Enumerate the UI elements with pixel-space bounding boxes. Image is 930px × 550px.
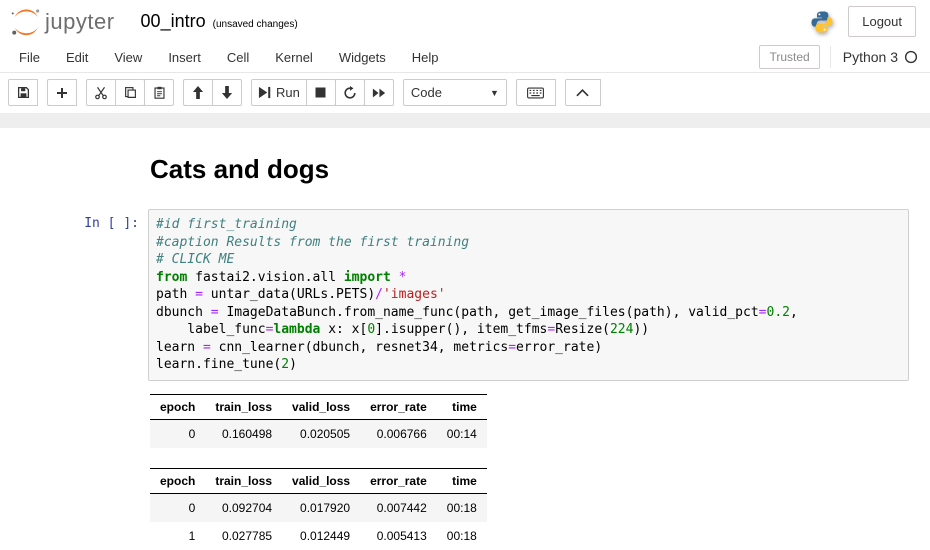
jupyter-logo[interactable]: jupyter bbox=[10, 8, 115, 36]
run-button[interactable]: Run bbox=[251, 79, 307, 106]
markdown-cell[interactable]: Cats and dogs bbox=[0, 154, 930, 185]
column-header: time bbox=[437, 468, 487, 493]
menu-items: FileEditViewInsertCellKernelWidgetsHelp bbox=[6, 43, 452, 72]
metrics-table: epochtrain_lossvalid_losserror_ratetime0… bbox=[150, 394, 487, 448]
cut-cell-button[interactable] bbox=[86, 79, 116, 106]
menu-item-insert[interactable]: Insert bbox=[155, 43, 214, 72]
column-header: time bbox=[437, 394, 487, 419]
menu-item-kernel[interactable]: Kernel bbox=[262, 43, 326, 72]
code-line: # CLICK ME bbox=[156, 251, 901, 269]
column-header: epoch bbox=[150, 394, 205, 419]
code-editor[interactable]: #id first_training#caption Results from … bbox=[148, 209, 909, 381]
column-header: train_loss bbox=[205, 394, 282, 419]
arrow-down-icon bbox=[221, 86, 233, 99]
code-line: path = untar_data(URLs.PETS)/'images' bbox=[156, 286, 901, 304]
code-cell[interactable]: In [ ]: #id first_training#caption Resul… bbox=[0, 209, 930, 381]
logo-text: jupyter bbox=[45, 11, 115, 36]
toolbar: Run Code ▼ bbox=[0, 73, 930, 113]
paste-cell-button[interactable] bbox=[144, 79, 174, 106]
restart-run-all-button[interactable] bbox=[364, 79, 394, 106]
cell-type-value: Code bbox=[411, 85, 442, 100]
header: jupyter 00_intro (unsaved changes) Logou… bbox=[0, 0, 930, 42]
code-line: label_func=lambda x: x[0].isupper(), ite… bbox=[156, 321, 901, 339]
restart-kernel-button[interactable] bbox=[335, 79, 365, 106]
save-icon bbox=[17, 86, 30, 99]
cell-type-dropdown[interactable]: Code ▼ bbox=[403, 79, 507, 106]
column-header: epoch bbox=[150, 468, 205, 493]
collapse-toolbar-button[interactable] bbox=[565, 79, 601, 106]
code-line: learn.fine_tune(2) bbox=[156, 356, 901, 374]
paste-icon bbox=[153, 86, 166, 99]
python-logo-icon bbox=[810, 10, 834, 34]
save-button[interactable] bbox=[8, 79, 38, 106]
input-prompt: In [ ]: bbox=[0, 209, 148, 381]
menu-item-help[interactable]: Help bbox=[399, 43, 452, 72]
column-header: error_rate bbox=[360, 468, 437, 493]
menu-item-cell[interactable]: Cell bbox=[214, 43, 262, 72]
chevron-down-icon: ▼ bbox=[490, 88, 499, 98]
logout-button[interactable]: Logout bbox=[848, 6, 916, 37]
copy-icon bbox=[124, 86, 137, 99]
command-palette-button[interactable] bbox=[516, 79, 556, 106]
chevron-up-icon bbox=[576, 89, 589, 97]
code-line: #id first_training bbox=[156, 216, 901, 234]
column-header: error_rate bbox=[360, 394, 437, 419]
column-header: valid_loss bbox=[282, 468, 360, 493]
stop-icon bbox=[315, 87, 326, 98]
kernel-name: Python 3 bbox=[843, 49, 898, 65]
scissors-icon bbox=[94, 86, 108, 100]
page-background-strip bbox=[0, 113, 930, 128]
plus-icon bbox=[56, 87, 68, 99]
code-line: dbunch = ImageDataBunch.from_name_func(p… bbox=[156, 304, 901, 322]
output-area: epochtrain_lossvalid_losserror_ratetime0… bbox=[0, 394, 930, 550]
column-header: train_loss bbox=[205, 468, 282, 493]
code-line: learn = cnn_learner(dbunch, resnet34, me… bbox=[156, 339, 901, 357]
run-label: Run bbox=[276, 85, 300, 100]
menu-item-file[interactable]: File bbox=[6, 43, 53, 72]
training-table-2: epochtrain_lossvalid_losserror_ratetime0… bbox=[150, 468, 930, 550]
autosave-status: (unsaved changes) bbox=[213, 19, 298, 30]
interrupt-kernel-button[interactable] bbox=[306, 79, 336, 106]
table-row: 00.1604980.0205050.00676600:14 bbox=[150, 419, 487, 448]
move-cell-down-button[interactable] bbox=[212, 79, 242, 106]
metrics-table: epochtrain_lossvalid_losserror_ratetime0… bbox=[150, 468, 487, 550]
markdown-heading: Cats and dogs bbox=[150, 154, 930, 185]
keyboard-icon bbox=[527, 87, 544, 99]
trusted-badge[interactable]: Trusted bbox=[759, 45, 819, 69]
menu-item-widgets[interactable]: Widgets bbox=[326, 43, 399, 72]
notebook-title[interactable]: 00_intro bbox=[141, 11, 206, 32]
jupyter-planet-icon bbox=[10, 8, 42, 36]
menu-item-view[interactable]: View bbox=[101, 43, 155, 72]
run-icon bbox=[258, 86, 271, 99]
kernel-indicator: Python 3 bbox=[830, 46, 918, 68]
table-row: 00.0927040.0179200.00744200:18 bbox=[150, 493, 487, 522]
training-table-1: epochtrain_lossvalid_losserror_ratetime0… bbox=[150, 394, 930, 448]
table-row: 10.0277850.0124490.00541300:18 bbox=[150, 522, 487, 550]
kernel-idle-icon bbox=[904, 50, 918, 64]
refresh-icon bbox=[343, 86, 357, 100]
code-line: #caption Results from the first training bbox=[156, 234, 901, 252]
arrow-up-icon bbox=[192, 86, 204, 99]
menu-item-edit[interactable]: Edit bbox=[53, 43, 101, 72]
move-cell-up-button[interactable] bbox=[183, 79, 213, 106]
fast-forward-icon bbox=[372, 87, 386, 99]
copy-cell-button[interactable] bbox=[115, 79, 145, 106]
menubar: FileEditViewInsertCellKernelWidgetsHelp … bbox=[0, 42, 930, 73]
notebook-area: Cats and dogs In [ ]: #id first_training… bbox=[0, 128, 930, 550]
add-cell-button[interactable] bbox=[47, 79, 77, 106]
code-line: from fastai2.vision.all import * bbox=[156, 269, 901, 287]
column-header: valid_loss bbox=[282, 394, 360, 419]
